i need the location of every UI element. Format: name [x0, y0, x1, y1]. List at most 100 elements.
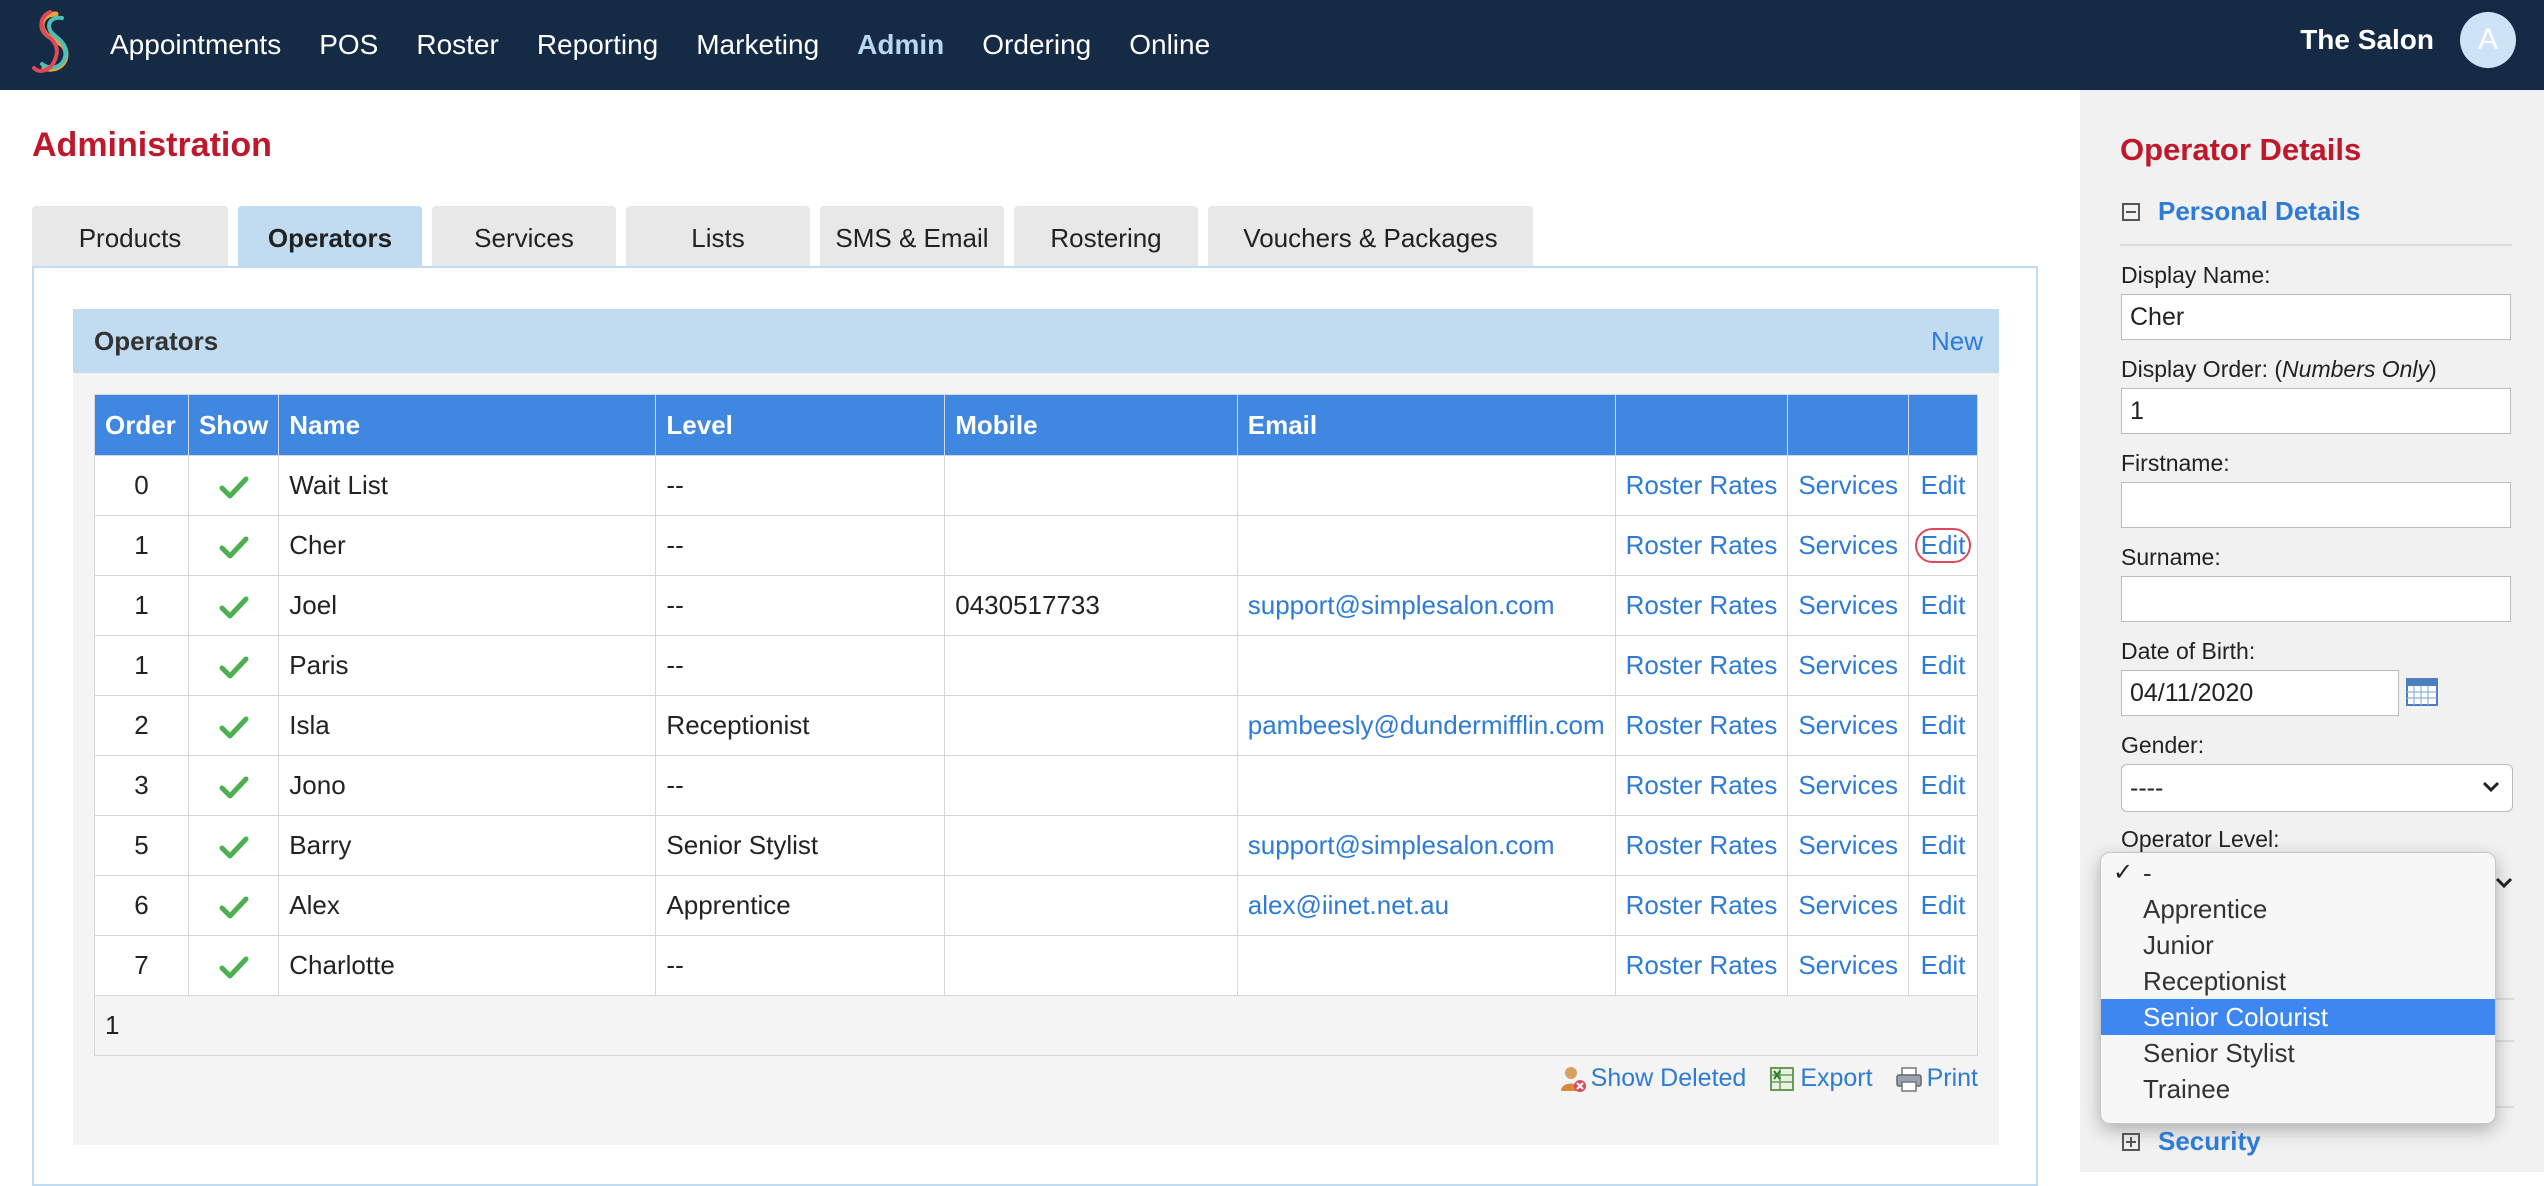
roster-rates-link[interactable]: Roster Rates	[1626, 530, 1778, 560]
pager[interactable]: 1	[94, 995, 1978, 1056]
level-option[interactable]: Junior	[2101, 927, 2495, 963]
roster-rates-link[interactable]: Roster Rates	[1626, 470, 1778, 500]
level-option[interactable]: Senior Stylist	[2101, 1035, 2495, 1071]
edit-link[interactable]: Edit	[1921, 710, 1966, 740]
col-header-order[interactable]: Order	[94, 394, 189, 456]
services-link[interactable]: Services	[1798, 650, 1898, 680]
tab-operators[interactable]: Operators	[238, 206, 422, 266]
check-icon	[219, 836, 249, 859]
services-link[interactable]: Services	[1798, 830, 1898, 860]
section-divider	[2120, 244, 2512, 246]
cell-order: 1	[94, 575, 189, 636]
personal-details-toggle[interactable]: Personal Details	[2122, 196, 2360, 227]
tab-rostering[interactable]: Rostering	[1014, 206, 1198, 266]
checkmark-icon: ✓	[2113, 859, 2134, 886]
roster-rates-link[interactable]: Roster Rates	[1626, 710, 1778, 740]
col-header-show[interactable]: Show	[187, 394, 280, 456]
cell-order: 1	[94, 635, 189, 696]
roster-rates-link[interactable]: Roster Rates	[1626, 830, 1778, 860]
col-header-level[interactable]: Level	[655, 394, 946, 456]
show-deleted-button[interactable]: Show Deleted	[1559, 1064, 1746, 1093]
col-header-name[interactable]: Name	[278, 394, 657, 456]
email-link[interactable]: alex@iinet.net.au	[1248, 890, 1449, 920]
cell-name: Charlotte	[278, 935, 657, 996]
edit-link[interactable]: Edit	[1921, 470, 1966, 500]
security-toggle[interactable]: Security	[2122, 1126, 2261, 1157]
roster-rates-link[interactable]: Roster Rates	[1626, 590, 1778, 620]
tab-vouchers-packages[interactable]: Vouchers & Packages	[1208, 206, 1533, 266]
edit-link[interactable]: Edit	[1914, 528, 1972, 563]
nav-ordering[interactable]: Ordering	[982, 29, 1091, 61]
salon-name[interactable]: The Salon	[2300, 0, 2434, 80]
firstname-field[interactable]	[2121, 482, 2511, 528]
level-option[interactable]: Apprentice	[2101, 891, 2495, 927]
expand-icon[interactable]	[2122, 1132, 2140, 1151]
operator-level-dropdown[interactable]: ✓ - Apprentice Junior Receptionist Senio…	[2100, 852, 2496, 1124]
roster-rates-link[interactable]: Roster Rates	[1626, 950, 1778, 980]
app-logo-icon[interactable]	[26, 8, 80, 80]
services-link[interactable]: Services	[1798, 470, 1898, 500]
cell-name: Barry	[278, 815, 657, 876]
cell-name: Wait List	[278, 455, 657, 516]
services-link[interactable]: Services	[1798, 710, 1898, 740]
new-operator-link[interactable]: New	[1931, 309, 1983, 373]
edit-link[interactable]: Edit	[1921, 830, 1966, 860]
email-link[interactable]: pambeesly@dundermifflin.com	[1248, 710, 1605, 740]
level-option[interactable]: Receptionist	[2101, 963, 2495, 999]
edit-link[interactable]: Edit	[1921, 890, 1966, 920]
nav-admin[interactable]: Admin	[857, 29, 944, 61]
services-link[interactable]: Services	[1798, 890, 1898, 920]
nav-reporting[interactable]: Reporting	[537, 29, 658, 61]
tab-sms-email[interactable]: SMS & Email	[820, 206, 1004, 266]
edit-link[interactable]: Edit	[1921, 590, 1966, 620]
cell-email	[1236, 635, 1616, 696]
services-link[interactable]: Services	[1798, 530, 1898, 560]
roster-rates-link[interactable]: Roster Rates	[1626, 650, 1778, 680]
level-option[interactable]: Trainee	[2101, 1071, 2495, 1107]
tab-services[interactable]: Services	[432, 206, 616, 266]
services-link[interactable]: Services	[1798, 950, 1898, 980]
col-header-email[interactable]: Email	[1236, 394, 1616, 456]
cell-mobile	[944, 455, 1238, 516]
cell-show	[187, 575, 280, 636]
personal-details-label: Personal Details	[2158, 196, 2361, 226]
level-option-highlighted[interactable]: Senior Colourist	[2101, 999, 2495, 1035]
cell-mobile	[944, 815, 1238, 876]
cell-edit: Edit	[1908, 695, 1978, 756]
roster-rates-link[interactable]: Roster Rates	[1626, 770, 1778, 800]
dob-field[interactable]	[2121, 670, 2399, 716]
user-avatar[interactable]: A	[2460, 12, 2516, 68]
level-option[interactable]: ✓ -	[2101, 855, 2495, 891]
roster-rates-link[interactable]: Roster Rates	[1626, 890, 1778, 920]
print-button[interactable]: Print	[1895, 1064, 1978, 1093]
nav-roster[interactable]: Roster	[416, 29, 498, 61]
email-link[interactable]: support@simplesalon.com	[1248, 830, 1555, 860]
export-button[interactable]: Export	[1768, 1064, 1873, 1093]
display-name-field[interactable]	[2121, 294, 2511, 340]
nav-appointments[interactable]: Appointments	[110, 29, 281, 61]
nav-marketing[interactable]: Marketing	[696, 29, 819, 61]
edit-link[interactable]: Edit	[1921, 770, 1966, 800]
cell-email: support@simplesalon.com	[1236, 575, 1616, 636]
edit-link[interactable]: Edit	[1921, 950, 1966, 980]
calendar-icon[interactable]	[2406, 676, 2438, 706]
col-header-mobile[interactable]: Mobile	[944, 394, 1238, 456]
check-icon	[219, 476, 249, 499]
firstname-label: Firstname:	[2121, 450, 2230, 476]
chevron-down-icon[interactable]	[2494, 872, 2514, 892]
export-label: Export	[1800, 1064, 1873, 1092]
table-row: 1 Joel -- 0430517733 support@simplesalon.com…	[94, 575, 1978, 636]
email-link[interactable]: support@simplesalon.com	[1248, 590, 1555, 620]
edit-link[interactable]: Edit	[1921, 650, 1966, 680]
tab-products[interactable]: Products	[32, 206, 228, 266]
gender-select[interactable]: ----	[2121, 764, 2513, 812]
services-link[interactable]: Services	[1798, 770, 1898, 800]
user-deleted-icon	[1560, 1066, 1586, 1092]
collapse-icon[interactable]	[2122, 202, 2140, 221]
display-order-field[interactable]	[2121, 388, 2511, 434]
nav-online[interactable]: Online	[1129, 29, 1210, 61]
surname-field[interactable]	[2121, 576, 2511, 622]
tab-lists[interactable]: Lists	[626, 206, 810, 266]
services-link[interactable]: Services	[1798, 590, 1898, 620]
nav-pos[interactable]: POS	[319, 29, 378, 61]
